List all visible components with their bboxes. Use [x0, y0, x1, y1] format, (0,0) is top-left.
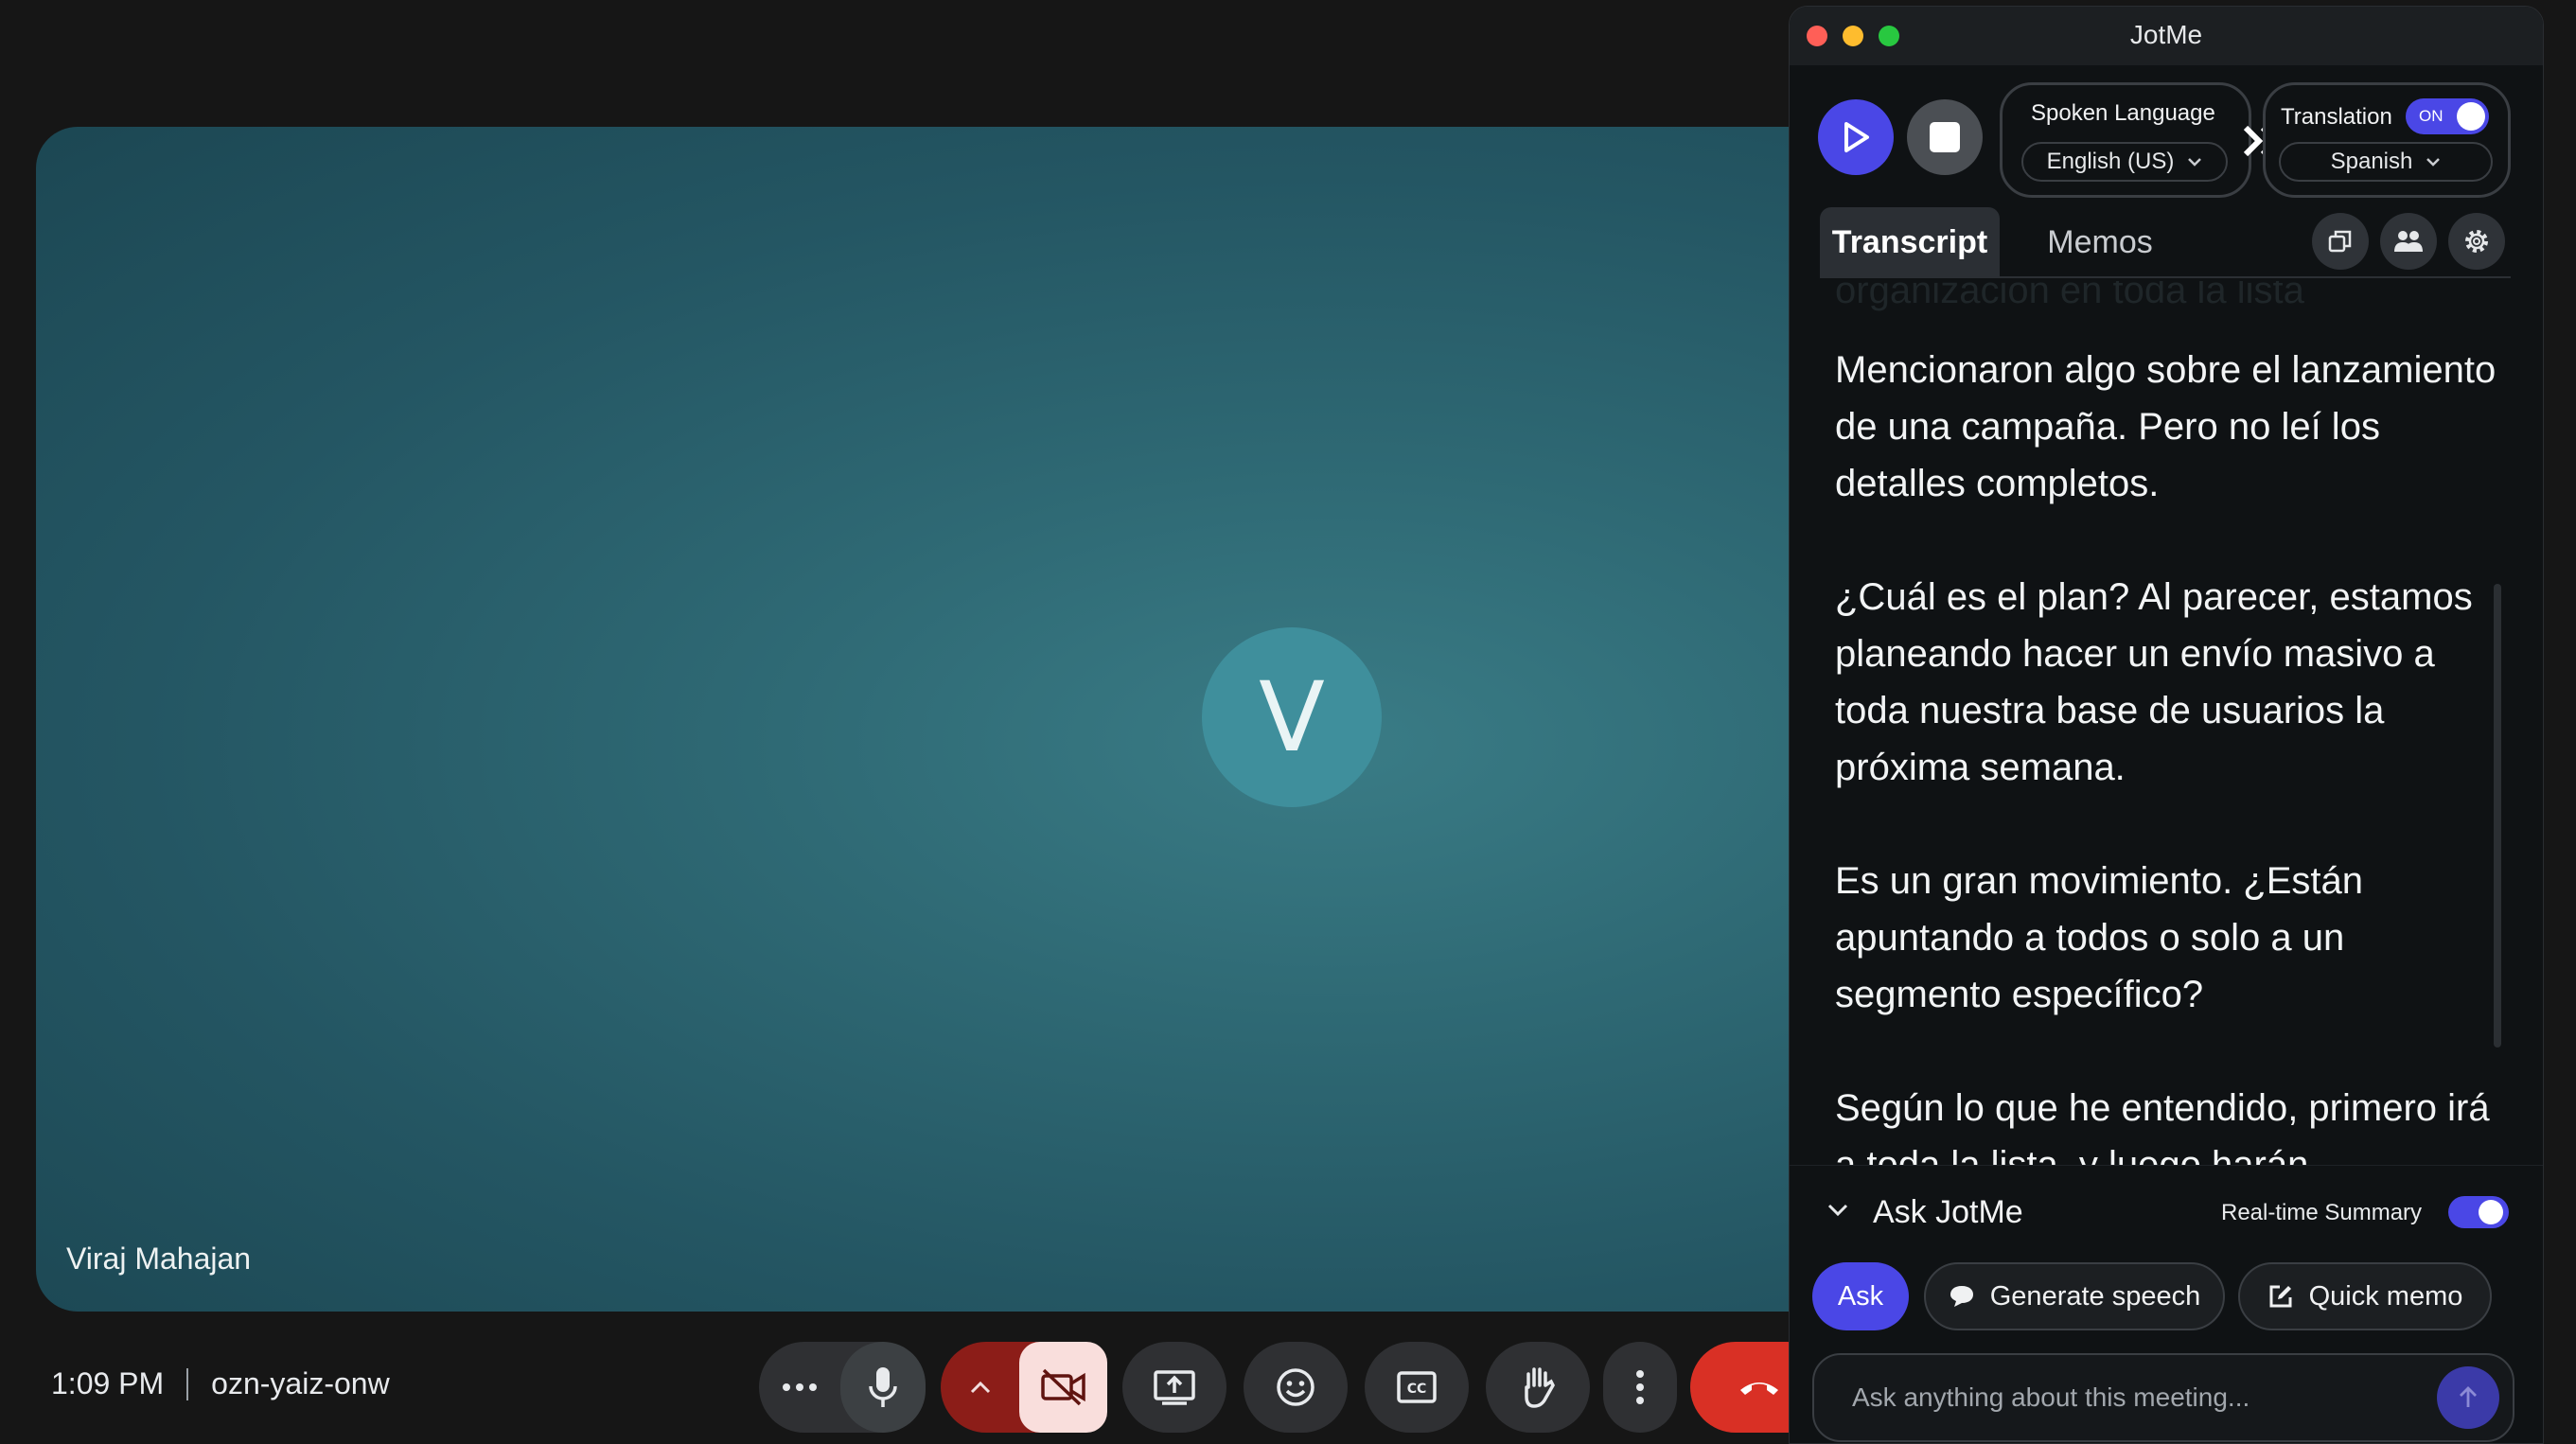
stop-icon: [1930, 122, 1960, 152]
gear-icon: [2465, 230, 2488, 253]
ask-input-container: [1812, 1353, 2514, 1442]
target-language-value: Spanish: [2330, 149, 2413, 174]
stop-recording-button[interactable]: [1907, 99, 1983, 175]
tab-memos[interactable]: Memos: [2034, 207, 2166, 277]
transcript-entry: Es un gran movimiento. ¿Están apuntando …: [1835, 860, 2364, 1015]
microphone-icon: [869, 1367, 897, 1407]
camera-off-icon: [1040, 1368, 1085, 1406]
realtime-summary-toggle[interactable]: [2448, 1196, 2509, 1228]
title-bar: JotMe: [1790, 7, 2543, 65]
people-icon: [2394, 231, 2423, 252]
realtime-summary-label: Real-time Summary: [2221, 1200, 2423, 1225]
spoken-language-value: English (US): [2046, 149, 2175, 174]
transcript-entry: Mencionaron algo sobre el lanzamiento de…: [1835, 349, 2497, 504]
meeting-time: 1:09 PM: [51, 1366, 165, 1400]
ask-input[interactable]: [1850, 1374, 2422, 1421]
copy-icon: [2328, 230, 2352, 253]
raise-hand-icon: [1525, 1367, 1555, 1408]
transcript-faded-text: organización en toda la lista: [1835, 281, 2304, 311]
participants-button[interactable]: [2380, 213, 2437, 270]
quick-memo-label: Quick memo: [2308, 1280, 2463, 1312]
captions-icon: CC: [1397, 1371, 1437, 1403]
camera-off-button[interactable]: [1019, 1342, 1107, 1433]
speech-bubble-icon: [1950, 1286, 1973, 1307]
start-recording-button[interactable]: [1818, 99, 1894, 175]
transcript-entry: Según lo que he entendido, primero irá a…: [1835, 1087, 2490, 1165]
spoken-language-select[interactable]: English (US): [2021, 142, 2228, 182]
target-language-select[interactable]: Spanish: [2279, 142, 2493, 182]
captions-button[interactable]: CC: [1365, 1342, 1469, 1433]
spoken-language-label: Spoken Language: [2031, 100, 2215, 126]
toggle-knob: [2479, 1200, 2503, 1224]
toggle-knob: [2457, 102, 2485, 131]
edit-icon: [2269, 1285, 2292, 1308]
translation-toggle[interactable]: ON: [2406, 98, 2489, 134]
participant-avatar: V: [1202, 627, 1382, 807]
ask-jotme-section: Ask JotMe Real-time Summary Ask Generate…: [1790, 1165, 2543, 1443]
translation-group: Translation ON Spanish: [2263, 82, 2511, 198]
generate-speech-label: Generate speech: [1989, 1280, 2201, 1312]
end-call-icon: [1740, 1382, 1778, 1395]
transcript-scrollbar[interactable]: [2494, 584, 2501, 1048]
reactions-button[interactable]: [1244, 1342, 1348, 1433]
play-icon: [1844, 122, 1869, 152]
quick-memo-button[interactable]: Quick memo: [2238, 1262, 2492, 1330]
divider: [186, 1367, 189, 1400]
arrow-up-icon: [2460, 1386, 2477, 1407]
more-vert-button[interactable]: [1603, 1342, 1677, 1433]
chevron-down-icon: [2188, 158, 2202, 167]
emoji-icon: [1277, 1368, 1314, 1406]
present-screen-icon: [1154, 1370, 1195, 1405]
more-vert-icon: [1636, 1370, 1644, 1404]
raise-hand-button[interactable]: [1486, 1342, 1590, 1433]
jotme-panel: JotMe Spoken Language English (US) Trans…: [1789, 6, 2544, 1444]
tab-divider: [1820, 276, 2511, 278]
camera-options-button[interactable]: [941, 1342, 1019, 1433]
participant-name: Viraj Mahajan: [66, 1241, 252, 1276]
video-tile: [36, 127, 1834, 1312]
more-options-button[interactable]: [759, 1342, 840, 1433]
send-button[interactable]: [2437, 1366, 2499, 1429]
settings-button[interactable]: [2448, 213, 2505, 270]
meeting-code: ozn-yaiz-onw: [211, 1366, 390, 1400]
collapse-chevron-icon[interactable]: [1827, 1204, 1848, 1217]
app-title: JotMe: [2129, 20, 2203, 49]
svg-text:CC: CC: [1407, 1382, 1427, 1397]
transcript-entry: ¿Cuál es el plan? Al parecer, estamos pl…: [1835, 576, 2473, 788]
more-horiz-icon: [783, 1383, 818, 1391]
present-screen-button[interactable]: [1122, 1342, 1226, 1433]
copy-button[interactable]: [2312, 213, 2369, 270]
ask-button[interactable]: Ask: [1812, 1262, 1909, 1330]
transcript-view[interactable]: organización en toda la lista Mencionaro…: [1790, 281, 2543, 1165]
translation-label: Translation: [2281, 104, 2392, 130]
chevron-down-icon: [2426, 158, 2441, 167]
ask-jotme-title: Ask JotMe: [1873, 1194, 2023, 1230]
audio-controls: [759, 1342, 926, 1433]
microphone-button[interactable]: [840, 1342, 926, 1433]
spoken-language-group: Spoken Language English (US): [2000, 82, 2251, 198]
translation-toggle-text: ON: [2419, 107, 2444, 125]
camera-controls: [941, 1342, 1107, 1433]
ask-button-label: Ask: [1837, 1280, 1884, 1312]
chevron-up-icon: [970, 1381, 990, 1394]
generate-speech-button[interactable]: Generate speech: [1924, 1262, 2225, 1330]
tab-transcript[interactable]: Transcript: [1820, 207, 2000, 277]
meeting-info: 1:09 PM ozn-yaiz-onw: [51, 1366, 390, 1401]
